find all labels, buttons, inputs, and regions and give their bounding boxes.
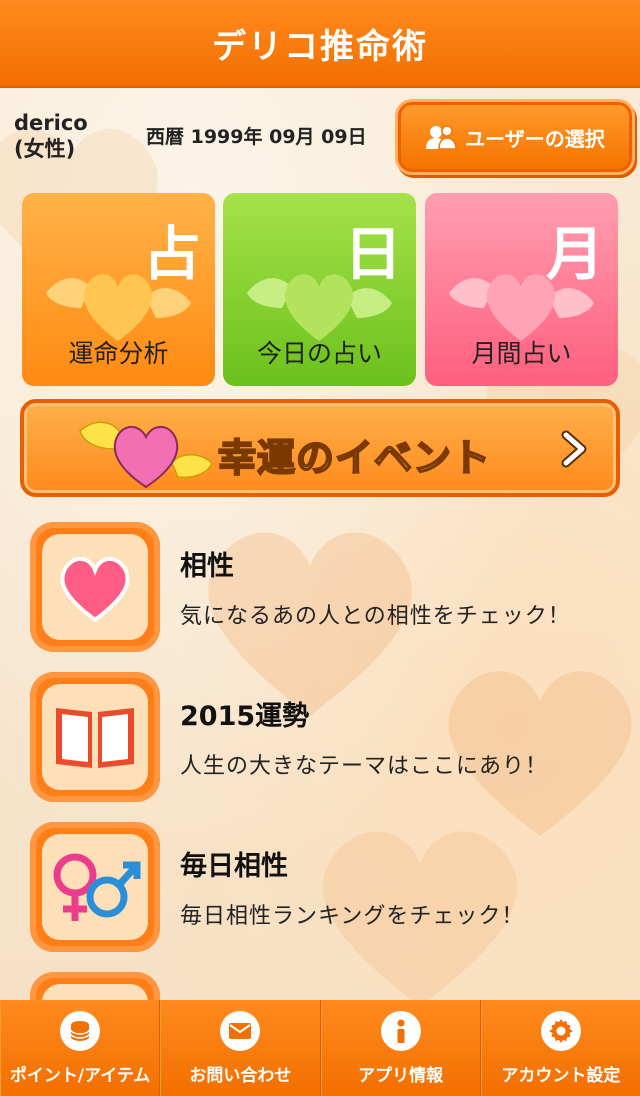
bottom-tab-bar: ポイント/アイテム お問い合わせ アプリ情報 アカウント設定	[0, 1000, 640, 1096]
lucky-event-label: 幸運のイベント	[217, 435, 492, 481]
menu-title: 2015運勢	[180, 701, 310, 732]
tile-kanji: 日	[343, 220, 402, 288]
book-icon	[56, 708, 134, 768]
heart-icon	[60, 557, 130, 623]
tab-contact[interactable]: お問い合わせ	[160, 1000, 321, 1096]
coins-icon	[60, 1011, 101, 1051]
tab-label: アプリ情報	[358, 1066, 444, 1086]
tile-destiny-analysis[interactable]: 占 運命分析	[22, 193, 215, 386]
app-header: デリコ推命術	[0, 0, 640, 88]
user-name: derico (女性)	[14, 110, 88, 162]
menu-icon-frame	[30, 522, 160, 652]
menu-item-compatibility[interactable]: 相性 気になるあの人との相性をチェック！	[30, 522, 630, 654]
menu-icon-frame	[30, 822, 160, 952]
user-select-button[interactable]: ユーザーの選択	[398, 102, 632, 172]
tab-account-settings[interactable]: アカウント設定	[480, 1000, 640, 1096]
user-name-text: derico	[14, 111, 88, 135]
user-birthdate: 西暦 1999年 09月 09日	[146, 126, 367, 148]
menu-description: 毎日相性ランキングをチェック！	[180, 904, 525, 929]
menu-icon-frame	[30, 672, 160, 802]
menu-item-daily-compatibility[interactable]: 毎日相性 毎日相性ランキングをチェック！	[30, 822, 630, 954]
tile-kanji: 月	[545, 220, 604, 288]
tile-label: 今日の占い	[256, 339, 382, 368]
tile-label: 月間占い	[471, 339, 572, 368]
chevron-right-icon	[561, 430, 587, 468]
tile-label: 運命分析	[68, 339, 169, 368]
menu-item-2015-fortune[interactable]: 2015運勢 人生の大きなテーマはここにあり！	[30, 672, 630, 804]
tile-kanji: 占	[142, 220, 201, 288]
app-title: デリコ推命術	[212, 26, 428, 67]
menu-title: 相性	[180, 551, 234, 582]
lucky-event-banner[interactable]: 幸運のイベント	[20, 399, 620, 497]
tile-today-fortune[interactable]: 日 今日の占い	[223, 193, 416, 386]
tile-monthly-fortune[interactable]: 月 月間占い	[425, 193, 618, 386]
menu-description: 気になるあの人との相性をチェック！	[180, 604, 571, 629]
gear-icon	[540, 1011, 581, 1051]
mail-icon	[220, 1011, 261, 1051]
info-icon	[380, 1011, 421, 1051]
user-select-label: ユーザーの選択	[465, 126, 605, 151]
tab-points-items[interactable]: ポイント/アイテム	[0, 1000, 161, 1096]
menu-title: 毎日相性	[180, 851, 288, 882]
gender-symbols-icon	[53, 853, 141, 921]
tab-label: お問い合わせ	[189, 1066, 292, 1086]
tab-label: アカウント設定	[501, 1066, 621, 1086]
tab-app-info[interactable]: アプリ情報	[320, 1000, 481, 1096]
tab-label: ポイント/アイテム	[9, 1066, 151, 1086]
winged-heart-icon	[79, 421, 213, 489]
user-gender-text: (女性)	[14, 137, 76, 161]
menu-description: 人生の大きなテーマはここにあり！	[180, 754, 549, 779]
users-icon	[426, 125, 457, 150]
